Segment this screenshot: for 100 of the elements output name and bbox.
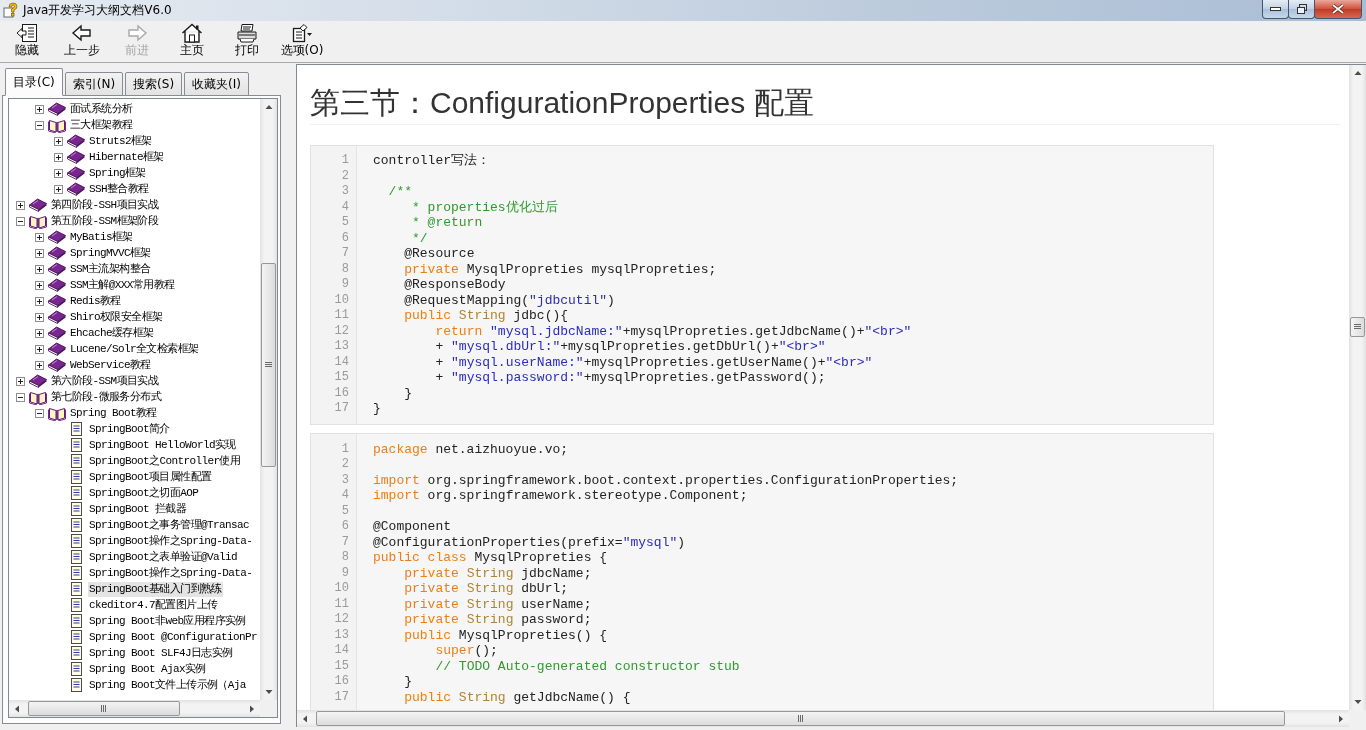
tree-item[interactable]: 第四阶段-SSH项目实战 [50, 197, 160, 213]
tree-item[interactable]: WebService教程 [69, 357, 152, 373]
tree-item[interactable]: SpringBoot HelloWorld实现 [88, 437, 237, 453]
plus-box-icon[interactable] [35, 312, 44, 322]
plus-box-icon[interactable] [35, 280, 44, 290]
tab[interactable]: 索引(N) [64, 72, 124, 96]
tree-item[interactable]: Redis教程 [69, 293, 122, 309]
document-icon [70, 438, 82, 452]
tree-item[interactable]: SSM主解@XXX常用教程 [69, 277, 176, 293]
minus-box-icon[interactable] [35, 408, 44, 418]
tree-item[interactable]: Spring Boot Ajax实例 [88, 661, 207, 677]
tree-item[interactable]: Hibernate框架 [88, 149, 165, 165]
plus-box-icon[interactable] [35, 344, 44, 354]
plus-box-icon[interactable] [54, 136, 63, 146]
book-icon [29, 198, 47, 212]
horizontal-scrollbar[interactable] [9, 700, 260, 717]
toolbar-button[interactable]: 打印 [220, 23, 274, 59]
plus-box-icon[interactable] [35, 360, 44, 370]
scrollbar-thumb[interactable] [28, 701, 180, 716]
plus-box-icon[interactable] [54, 168, 63, 178]
tree-item[interactable]: SpringBoot操作之Spring-Data- [88, 533, 254, 549]
scrollbar-thumb[interactable] [316, 711, 1285, 726]
tab[interactable]: 目录(C) [5, 68, 63, 96]
tab[interactable]: 搜索(S) [125, 72, 183, 96]
plus-box-icon[interactable] [35, 248, 44, 258]
right-arrow-icon[interactable] [1338, 714, 1344, 723]
up-arrow-icon[interactable] [264, 104, 273, 110]
scrollbar-thumb[interactable] [261, 263, 276, 467]
tree-item[interactable]: SpringBoot项目属性配置 [88, 469, 213, 485]
minus-box-icon[interactable] [16, 392, 25, 402]
restore-button[interactable] [1288, 0, 1315, 19]
toolbar-button[interactable]: 上一步 [55, 23, 109, 59]
line-number: 10 [334, 581, 350, 597]
tree-item[interactable]: SpringBoot操作之Spring-Data- [88, 565, 254, 581]
vertical-scrollbar[interactable] [260, 99, 277, 700]
minus-box-icon[interactable] [35, 120, 44, 130]
tree-item[interactable]: 第六阶段-SSM项目实战 [50, 373, 160, 389]
plus-box-icon[interactable] [35, 264, 44, 274]
code-line: public MysqlPropreties() { [404, 627, 608, 643]
tree-item[interactable]: SpringBoot之事务管理@Transac [88, 517, 251, 533]
right-arrow-icon[interactable] [249, 704, 255, 713]
plus-box-icon[interactable] [35, 232, 44, 242]
tree-item[interactable]: Spring Boot文件上传示例（Aja [88, 677, 247, 693]
tree-item[interactable]: Struts2框架 [88, 133, 153, 149]
tree-item[interactable]: SpringBoot之切面AOP [88, 485, 200, 501]
code-line: * @return [412, 215, 483, 231]
plus-box-icon[interactable] [54, 184, 63, 194]
down-arrow-icon[interactable] [1353, 699, 1362, 705]
tree-item[interactable]: SpringBoot简介 [88, 421, 171, 437]
down-arrow-icon[interactable] [264, 689, 273, 695]
tree-item[interactable]: Shiro权限安全框架 [69, 309, 164, 325]
tree-item[interactable]: Spring Boot教程 [69, 405, 158, 421]
horizontal-scrollbar[interactable] [297, 710, 1349, 727]
toolbar-button[interactable]: 隐藏 [0, 23, 54, 59]
minus-box-icon[interactable] [16, 216, 25, 226]
line-number: 15 [334, 370, 350, 386]
line-number: 4 [341, 199, 350, 215]
vertical-scrollbar[interactable] [1349, 65, 1366, 710]
toolbar-button[interactable]: 主页 [165, 23, 219, 59]
line-number: 12 [334, 323, 350, 339]
tree-item[interactable]: Spring框架 [88, 165, 147, 181]
tree-item[interactable]: Spring Boot @ConfigurationPr [88, 629, 259, 645]
close-button[interactable] [1314, 0, 1362, 19]
tree-item[interactable]: 面试系统分析 [69, 101, 134, 117]
code-line: private String password; [404, 612, 592, 628]
document-icon [70, 486, 82, 500]
tree-item[interactable]: 三大框架教程 [69, 117, 134, 133]
tree-item[interactable]: Spring Boot非web应用程序实例 [88, 613, 247, 629]
tree-item[interactable]: ckeditor4.7配置图片上传 [88, 597, 219, 613]
plus-box-icon[interactable] [16, 200, 25, 210]
left-arrow-icon[interactable] [302, 714, 308, 723]
tree-item[interactable]: SpringBoot之表单验证@Valid [88, 549, 239, 565]
tree-item[interactable]: Lucene/Solr全文检索框架 [69, 341, 200, 357]
plus-box-icon[interactable] [35, 104, 44, 114]
scrollbar-thumb[interactable] [1350, 317, 1365, 337]
tree-item[interactable]: SpringBoot 拦截器 [88, 501, 188, 517]
plus-box-icon[interactable] [54, 152, 63, 162]
tree-item[interactable]: SpringBoot之Controller使用 [88, 453, 242, 469]
tab[interactable]: 收藏夹(I) [184, 72, 249, 96]
tree-item[interactable]: SpringMVVC框架 [69, 245, 152, 261]
tree-item[interactable]: Spring Boot SLF4J日志实例 [88, 645, 234, 661]
tree-item[interactable]: SSH整合教程 [88, 181, 150, 197]
tree-item[interactable]: SSM主流架构整合 [69, 261, 152, 277]
article-heading: 第三节：ConfigurationProperties 配置 [310, 83, 1340, 125]
tree-item[interactable]: MyBatis框架 [69, 229, 134, 245]
plus-box-icon[interactable] [16, 376, 25, 386]
tree-item[interactable]: 第五阶段-SSM框架阶段 [50, 213, 160, 229]
tree-item[interactable]: Ehcache缓存框架 [69, 325, 155, 341]
up-arrow-icon[interactable] [1353, 70, 1362, 76]
minimize-button[interactable] [1262, 0, 1289, 19]
left-arrow-icon[interactable] [14, 704, 20, 713]
line-number: 1 [341, 153, 350, 169]
toolbar-button[interactable]: 选项(O) [275, 23, 329, 59]
line-number: 4 [341, 488, 350, 504]
plus-box-icon[interactable] [35, 328, 44, 338]
plus-box-icon[interactable] [35, 296, 44, 306]
tree-item[interactable]: SpringBoot基础入门到熟练 [88, 581, 223, 597]
line-number: 3 [341, 184, 350, 200]
tree-item[interactable]: 第七阶段-微服务分布式 [50, 389, 162, 405]
book-icon [48, 294, 66, 308]
